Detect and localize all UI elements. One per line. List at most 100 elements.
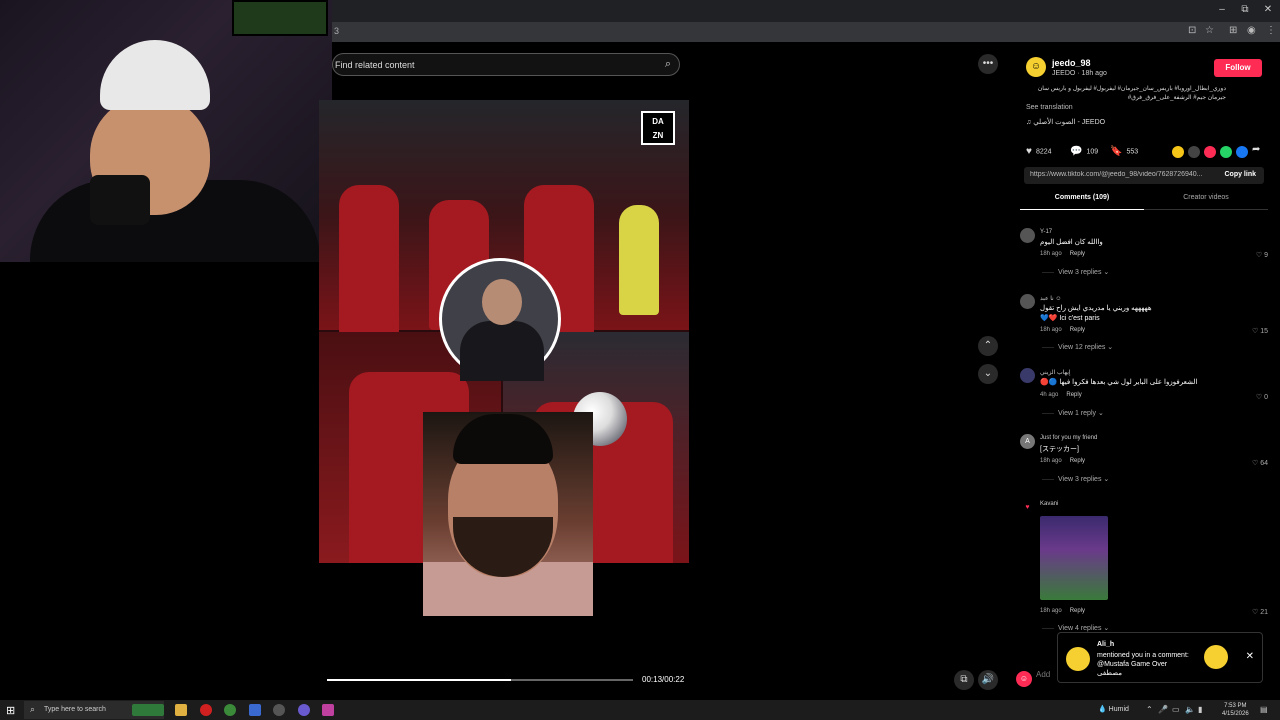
coach-coat	[460, 321, 544, 381]
copy-link-button[interactable]: Copy link	[1224, 171, 1256, 178]
chrome-icon[interactable]	[224, 704, 236, 716]
browser-menu-icon[interactable]: ⋮	[1266, 25, 1276, 36]
comment-like[interactable]: ♡ 21	[1252, 608, 1268, 616]
comment-time: 4h ago	[1040, 392, 1059, 398]
like-stat[interactable]: ♥ 8224	[1026, 146, 1052, 157]
share-more-icon[interactable]: ➦	[1252, 144, 1260, 155]
video-progress-bar[interactable]	[327, 679, 633, 681]
comment-avatar[interactable]	[1020, 228, 1035, 243]
related-search-input[interactable]	[335, 57, 645, 73]
comment-avatar[interactable]: A	[1020, 434, 1035, 449]
app-icon[interactable]	[249, 704, 261, 716]
comment-text: هههههه وريني يا مدريدي ايش راح تقول	[1040, 305, 1152, 312]
notification-author: Ali_h	[1097, 641, 1115, 648]
video-link-url[interactable]: https://www.tiktok.com/@jeedo_98/video/7…	[1030, 171, 1215, 178]
view-replies-button[interactable]: View 12 replies ⌄	[1042, 343, 1113, 351]
notification-thumbnail	[1204, 645, 1228, 669]
comment-meta: 18h ago Reply	[1040, 458, 1085, 464]
tray-chevron-icon[interactable]: ⌃	[1146, 705, 1153, 714]
windows-start-icon[interactable]: ⊞	[6, 704, 15, 717]
author-username[interactable]: jeedo_98	[1052, 58, 1091, 68]
comment-sticker-image[interactable]	[1040, 516, 1108, 600]
restore-button[interactable]: ⧉	[1237, 4, 1253, 15]
view-replies-button[interactable]: View 1 reply ⌄	[1042, 409, 1104, 417]
file-explorer-icon[interactable]	[175, 704, 187, 716]
mic-icon[interactable]: 🎤	[1158, 705, 1168, 714]
comment-author[interactable]: Kavani	[1040, 501, 1058, 507]
clock-date: 4/15/2026	[1222, 711, 1249, 717]
view-replies-button[interactable]: View 3 replies ⌄	[1042, 475, 1109, 483]
reply-button[interactable]: Reply	[1070, 327, 1085, 333]
discord-icon[interactable]	[298, 704, 310, 716]
install-app-icon[interactable]: ⊡	[1188, 25, 1196, 36]
search-icon[interactable]: ⌕	[665, 58, 671, 71]
volume-icon[interactable]: 🔊	[978, 670, 998, 690]
weather-text: Humid	[1108, 706, 1129, 713]
extensions-icon[interactable]: ⊞	[1229, 25, 1237, 36]
comment-author[interactable]: Y-17	[1040, 229, 1052, 235]
comment-like[interactable]: ♡ 9	[1256, 251, 1268, 259]
add-comment-input[interactable]: Add	[1036, 670, 1050, 679]
tab-comments[interactable]: Comments (109)	[1020, 194, 1144, 210]
profile-icon[interactable]: ◉	[1247, 25, 1256, 36]
goalkeeper-figure	[619, 205, 659, 315]
opera-icon[interactable]	[200, 704, 212, 716]
view-replies-button[interactable]: View 3 replies ⌄	[1042, 268, 1109, 276]
author-avatar[interactable]: ☺	[1026, 57, 1046, 77]
comment-avatar[interactable]	[1020, 368, 1035, 383]
taskbar-clock[interactable]: 7:53 PM 4/15/2026	[1222, 702, 1249, 718]
comment-time: 18h ago	[1040, 327, 1062, 333]
comment-like[interactable]: ♡ 0	[1256, 393, 1268, 401]
comment-avatar[interactable]: ♥	[1020, 500, 1035, 515]
save-stat[interactable]: 🔖 553	[1110, 146, 1138, 157]
network-icon[interactable]: ▭	[1172, 705, 1180, 714]
bookmark-star-icon[interactable]: ☆	[1205, 25, 1214, 36]
tab-creator-videos[interactable]: Creator videos	[1144, 194, 1268, 210]
streamer-cap	[100, 40, 210, 110]
share-embed-icon[interactable]	[1188, 146, 1200, 158]
related-search-bar[interactable]: ⌕	[332, 53, 680, 76]
weather-widget[interactable]: 💧 Humid	[1098, 705, 1129, 713]
speaker-icon[interactable]: 🔈	[1185, 705, 1195, 714]
reply-button[interactable]: Reply	[1066, 392, 1081, 398]
comment-item: ♥ Kavani 18h ago Reply ♡ 21 View 4 replie…	[1020, 500, 1272, 634]
comment-author[interactable]: نا عبد ☺	[1040, 295, 1062, 302]
music-link[interactable]: ♫ الصوت الأصلي - JEEDO	[1026, 118, 1105, 126]
video-progress-fill	[327, 679, 511, 681]
like-count: 8224	[1035, 148, 1052, 156]
share-facebook-icon[interactable]	[1236, 146, 1248, 158]
comment-avatar[interactable]	[1020, 294, 1035, 309]
share-tiktok-icon[interactable]	[1204, 146, 1216, 158]
comment-like[interactable]: ♡ 64	[1252, 459, 1268, 467]
share-friends-icon[interactable]	[1172, 146, 1184, 158]
next-video-button[interactable]: ⌄	[978, 364, 998, 384]
battery-icon[interactable]: ▮	[1198, 705, 1202, 714]
emoji-icon[interactable]: ☺	[1016, 671, 1032, 687]
comment-author[interactable]: إيهاب الزيني	[1040, 369, 1071, 376]
address-bar[interactable]: 3	[332, 22, 1280, 42]
video-link-box: https://www.tiktok.com/@jeedo_98/video/7…	[1024, 167, 1264, 184]
picture-in-picture-icon[interactable]: ⧉	[954, 670, 974, 690]
view-replies-button[interactable]: View 4 replies ⌄	[1042, 624, 1109, 632]
taskbar-widget-icon[interactable]	[132, 704, 164, 716]
follow-button[interactable]: Follow	[1214, 59, 1262, 77]
comment-author[interactable]: Just for you my friend	[1040, 435, 1097, 441]
obs-icon[interactable]	[322, 704, 334, 716]
close-window-button[interactable]: ✕	[1260, 4, 1276, 15]
see-translation-link[interactable]: See translation	[1026, 104, 1073, 111]
notification-center-icon[interactable]: ▤	[1260, 705, 1268, 714]
more-options-icon[interactable]: •••	[978, 54, 998, 74]
comment-like[interactable]: ♡ 15	[1252, 327, 1268, 335]
dazn-logo-text: DA ZN	[652, 117, 664, 140]
steam-icon[interactable]	[273, 704, 285, 716]
reply-button[interactable]: Reply	[1070, 251, 1085, 257]
comment-meta: 18h ago Reply	[1040, 251, 1085, 257]
previous-video-button[interactable]: ⌃	[978, 336, 998, 356]
notification-close-icon[interactable]: ✕	[1246, 651, 1254, 662]
minimize-button[interactable]: –	[1214, 4, 1230, 15]
share-whatsapp-icon[interactable]	[1220, 146, 1232, 158]
reply-button[interactable]: Reply	[1070, 458, 1085, 464]
reply-button[interactable]: Reply	[1070, 608, 1085, 614]
mention-notification[interactable]: Ali_h mentioned you in a comment: @Musta…	[1057, 632, 1263, 683]
comment-stat[interactable]: 💬 109	[1070, 146, 1098, 157]
